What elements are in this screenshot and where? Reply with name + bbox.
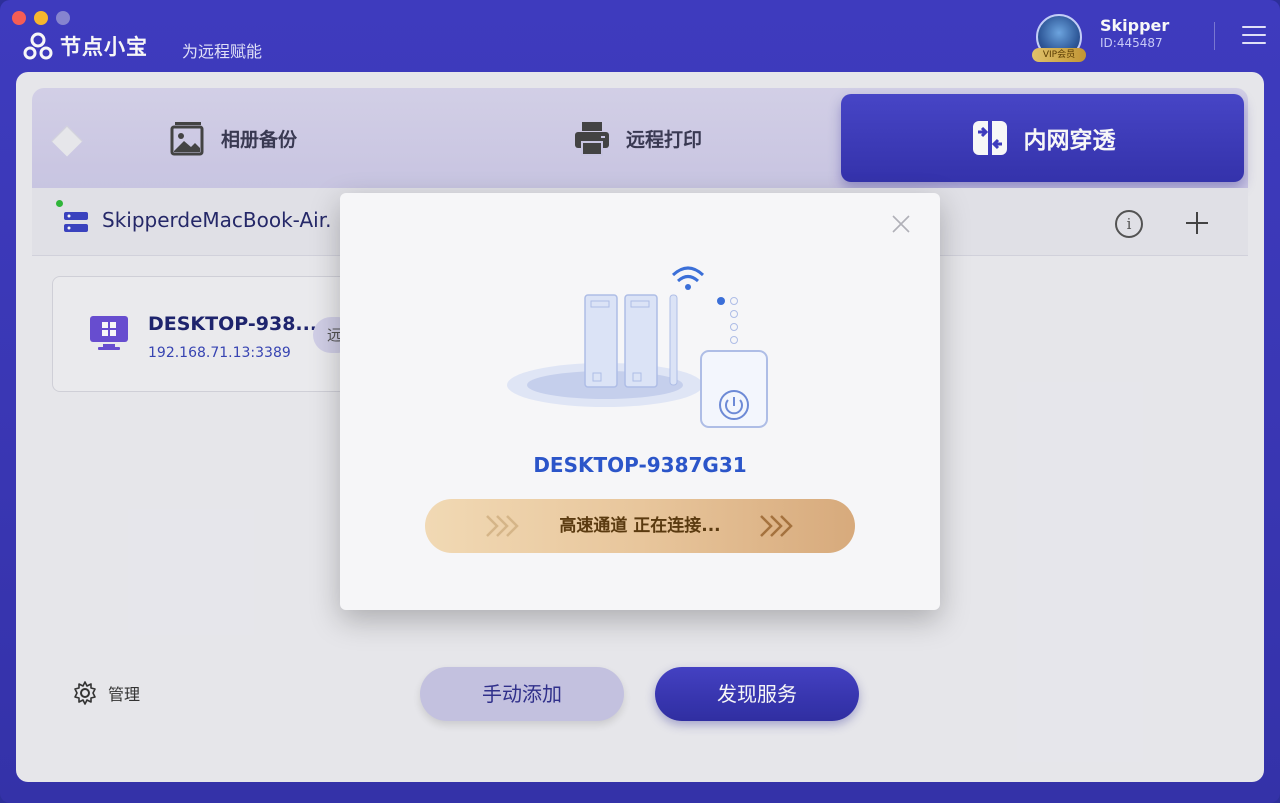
app-window: 节点小宝 为远程赋能 VIP会员 Skipper ID:445487 相册备份 (0, 0, 1280, 803)
close-icon[interactable] (890, 213, 912, 235)
dialog-device-name: DESKTOP-9387G31 (533, 453, 747, 477)
connection-status-bar: 高速通道 正在连接... (425, 499, 855, 553)
connection-illustration (507, 266, 768, 428)
connecting-dialog: DESKTOP-9387G31 高速通道 正在连接... (340, 193, 940, 610)
chevrons-right-icon (760, 515, 793, 537)
